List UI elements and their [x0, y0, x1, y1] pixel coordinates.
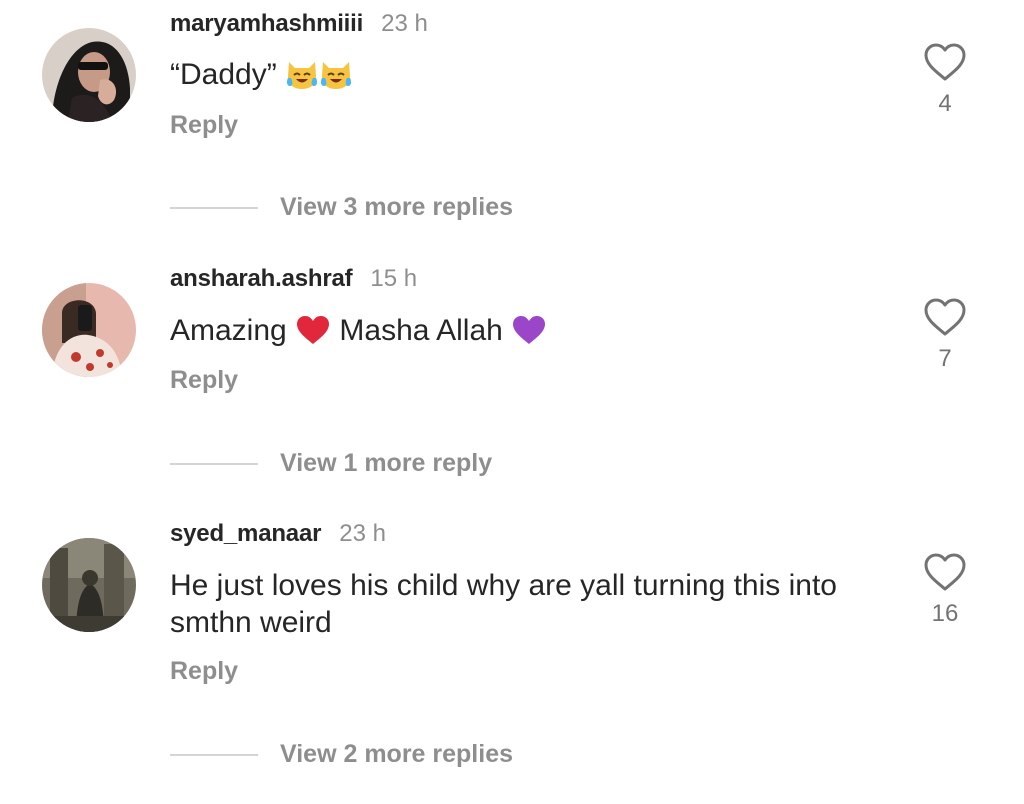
red-heart-emoji: [295, 314, 331, 355]
heart-icon[interactable]: [923, 297, 967, 337]
timestamp: 23 h: [381, 10, 428, 37]
heart-icon[interactable]: [923, 42, 967, 82]
view-more-replies[interactable]: View 2 more replies: [170, 740, 513, 769]
avatar[interactable]: [42, 283, 136, 377]
timestamp: 15 h: [370, 265, 418, 292]
username[interactable]: syed_manaar: [170, 520, 321, 548]
comment-text-content: “Daddy”: [170, 58, 277, 91]
comment-text: He just loves his child why are yall tur…: [170, 569, 837, 639]
reply-button[interactable]: Reply: [170, 366, 238, 395]
comment-text-content: Masha Allah: [339, 314, 503, 347]
username[interactable]: maryamhashmiiii: [170, 10, 363, 38]
like-count: 16: [931, 600, 959, 627]
divider-line: [170, 753, 258, 756]
avatar-image: [42, 28, 136, 122]
view-more-replies-label[interactable]: View 2 more replies: [280, 740, 513, 769]
comment-meta: syed_manaar 23 h: [170, 520, 386, 552]
avatar[interactable]: [42, 28, 136, 122]
view-more-replies-label[interactable]: View 1 more reply: [280, 449, 492, 478]
comment-text-content: Amazing: [170, 314, 287, 347]
view-more-replies[interactable]: View 3 more replies: [170, 193, 513, 222]
like-count: 4: [938, 90, 952, 117]
comment-meta: maryamhashmiiii 23 h: [170, 10, 428, 42]
view-more-replies-label[interactable]: View 3 more replies: [280, 193, 513, 222]
comment-text: Amazing Masha Allah: [170, 312, 890, 355]
like-count: 7: [938, 345, 952, 372]
avatar[interactable]: [42, 538, 136, 632]
crying-laughing-cat-emoji: [285, 58, 319, 99]
like-control: 4: [920, 42, 970, 118]
comment-text: “Daddy”: [170, 56, 890, 99]
view-more-replies[interactable]: View 1 more reply: [170, 449, 492, 478]
purple-heart-emoji: [511, 314, 547, 355]
avatar-image: [42, 283, 136, 377]
heart-icon[interactable]: [923, 552, 967, 592]
timestamp: 23 h: [339, 520, 386, 547]
divider-line: [170, 206, 258, 209]
reply-button[interactable]: Reply: [170, 657, 238, 686]
comment-meta: ansharah.ashraf 15 h: [170, 265, 417, 297]
avatar-image: [42, 538, 136, 632]
like-control: 16: [920, 552, 970, 628]
like-control: 7: [920, 297, 970, 373]
username[interactable]: ansharah.ashraf: [170, 265, 353, 293]
reply-button[interactable]: Reply: [170, 111, 238, 140]
divider-line: [170, 462, 258, 465]
crying-laughing-cat-emoji: [319, 58, 353, 99]
